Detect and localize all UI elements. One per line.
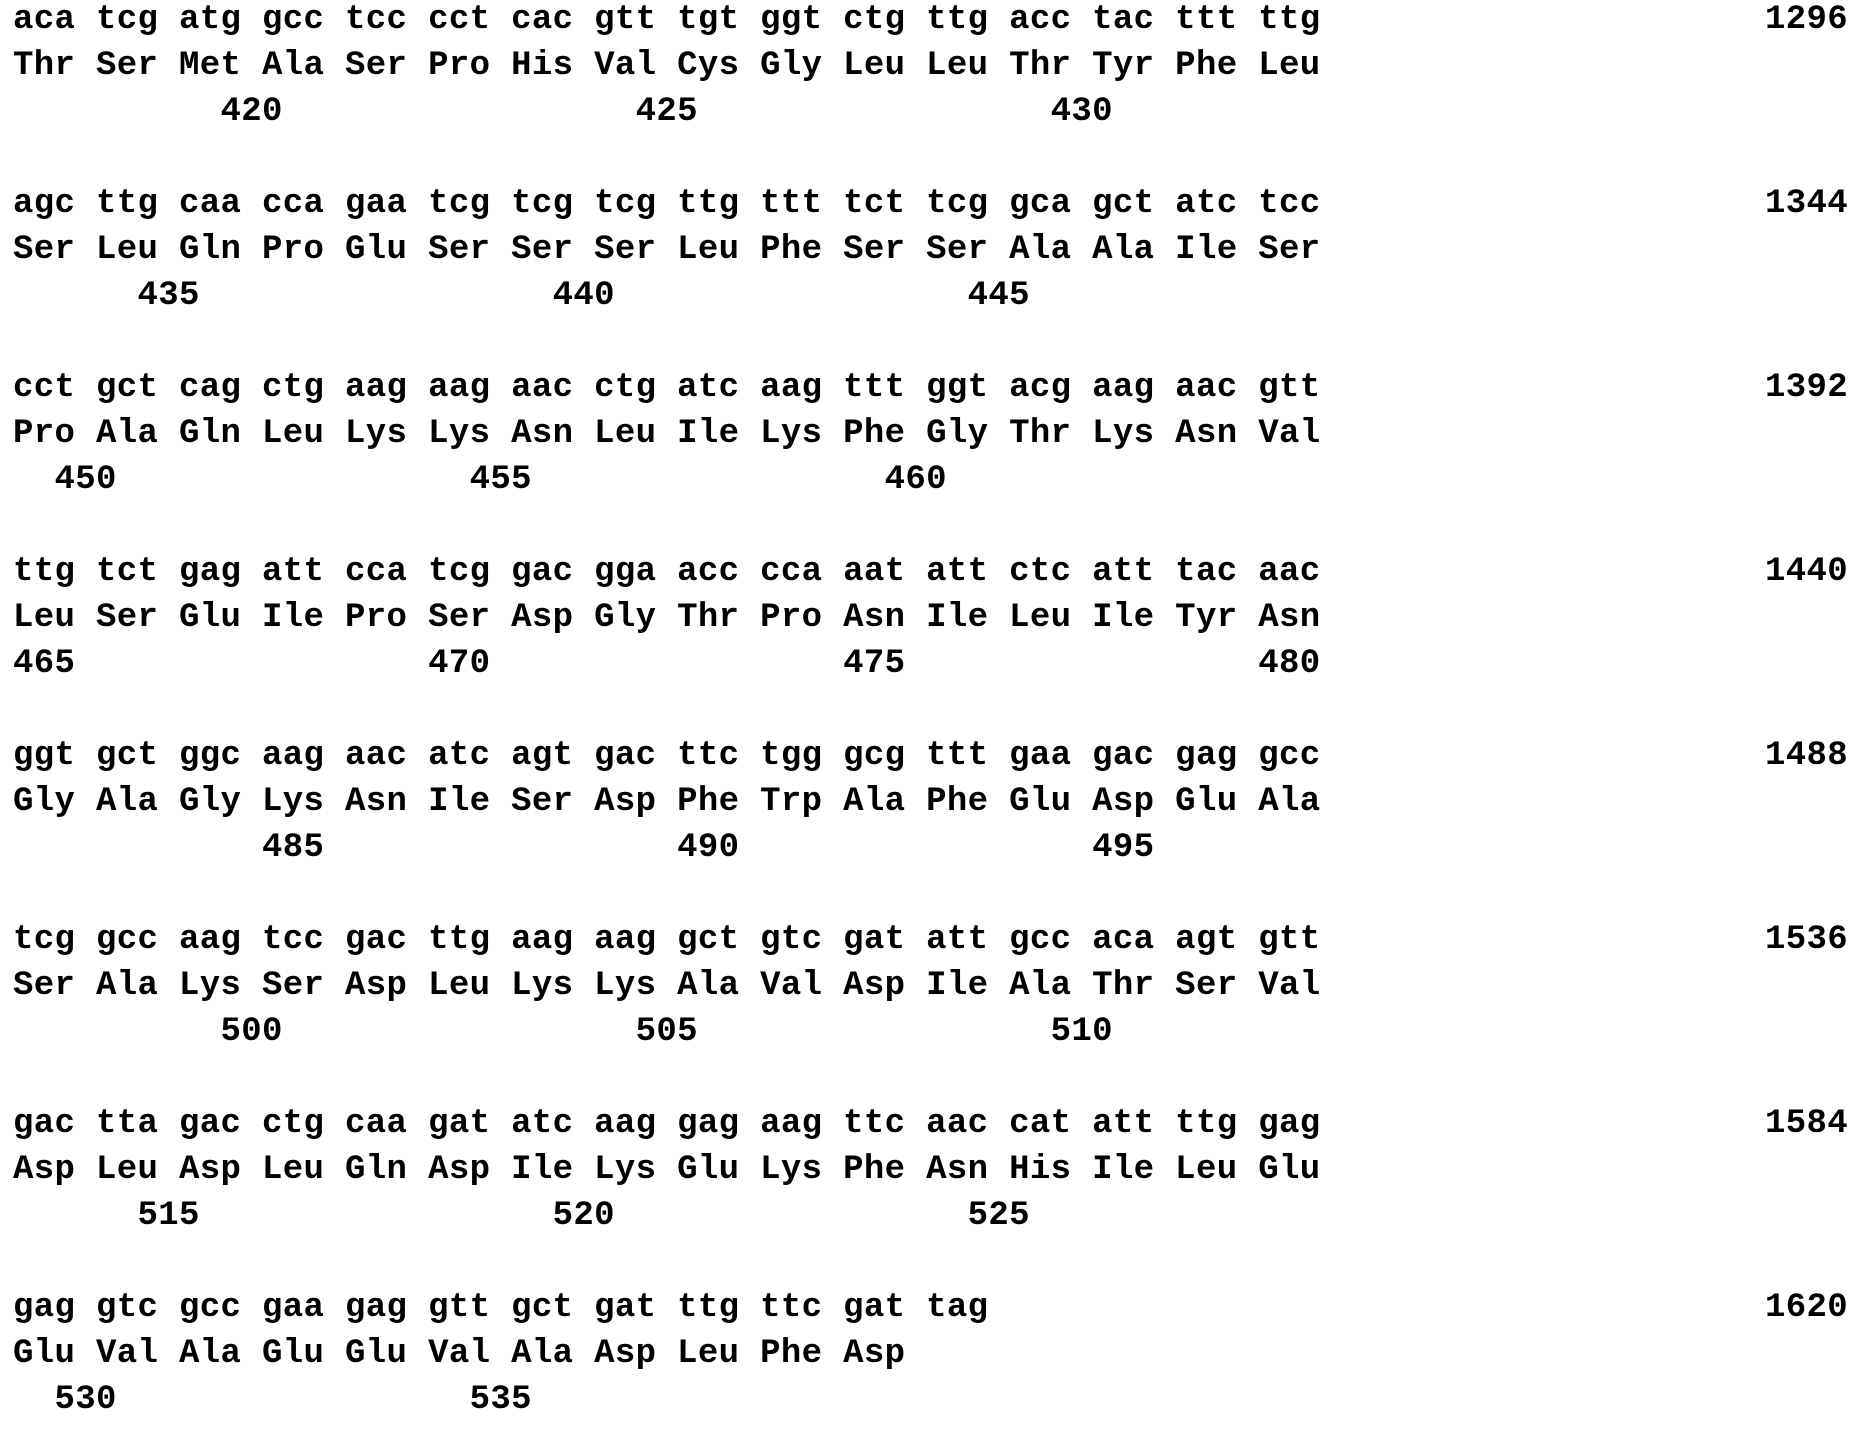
sequence-block: ttg tct gag att cca tcg gac gga acc cca … bbox=[0, 552, 1854, 702]
nucleotide-position-number: 1620 bbox=[1765, 1288, 1848, 1328]
sequence-block: gag gtc gcc gaa gag gtt gct gat ttg ttc … bbox=[0, 1288, 1854, 1438]
amino-acid-sequence-line: Leu Ser Glu Ile Pro Ser Asp Gly Thr Pro … bbox=[13, 598, 1320, 638]
nucleotide-sequence-line: tcg gcc aag tcc gac ttg aag aag gct gtc … bbox=[13, 920, 1320, 960]
sequence-block: gac tta gac ctg caa gat atc aag gag aag … bbox=[0, 1104, 1854, 1254]
amino-acid-sequence-line: Thr Ser Met Ala Ser Pro His Val Cys Gly … bbox=[13, 46, 1320, 86]
residue-position-numbers: 435 440 445 bbox=[13, 276, 1030, 316]
sequence-block: tcg gcc aag tcc gac ttg aag aag gct gtc … bbox=[0, 920, 1854, 1070]
residue-position-numbers: 450 455 460 bbox=[13, 460, 947, 500]
nucleotide-sequence-line: ttg tct gag att cca tcg gac gga acc cca … bbox=[13, 552, 1320, 592]
amino-acid-sequence-line: Ser Ala Lys Ser Asp Leu Lys Lys Ala Val … bbox=[13, 966, 1320, 1006]
residue-position-numbers: 530 535 bbox=[13, 1380, 532, 1420]
sequence-block: agc ttg caa cca gaa tcg tcg tcg ttg ttt … bbox=[0, 184, 1854, 334]
nucleotide-position-number: 1296 bbox=[1765, 0, 1848, 40]
amino-acid-sequence-line: Glu Val Ala Glu Glu Val Ala Asp Leu Phe … bbox=[13, 1334, 905, 1374]
sequence-block: aca tcg atg gcc tcc cct cac gtt tgt ggt … bbox=[0, 0, 1854, 150]
nucleotide-sequence-line: gac tta gac ctg caa gat atc aag gag aag … bbox=[13, 1104, 1320, 1144]
nucleotide-position-number: 1488 bbox=[1765, 736, 1848, 776]
nucleotide-position-number: 1536 bbox=[1765, 920, 1848, 960]
residue-position-numbers: 465 470 475 480 bbox=[13, 644, 1320, 684]
nucleotide-sequence-line: ggt gct ggc aag aac atc agt gac ttc tgg … bbox=[13, 736, 1320, 776]
nucleotide-position-number: 1392 bbox=[1765, 368, 1848, 408]
nucleotide-position-number: 1344 bbox=[1765, 184, 1848, 224]
nucleotide-sequence-line: gag gtc gcc gaa gag gtt gct gat ttg ttc … bbox=[13, 1288, 988, 1328]
nucleotide-position-number: 1584 bbox=[1765, 1104, 1848, 1144]
residue-position-numbers: 515 520 525 bbox=[13, 1196, 1030, 1236]
residue-position-numbers: 500 505 510 bbox=[13, 1012, 1113, 1052]
sequence-block: ggt gct ggc aag aac atc agt gac ttc tgg … bbox=[0, 736, 1854, 886]
amino-acid-sequence-line: Asp Leu Asp Leu Gln Asp Ile Lys Glu Lys … bbox=[13, 1150, 1320, 1190]
amino-acid-sequence-line: Pro Ala Gln Leu Lys Lys Asn Leu Ile Lys … bbox=[13, 414, 1320, 454]
sequence-block: cct gct cag ctg aag aag aac ctg atc aag … bbox=[0, 368, 1854, 518]
residue-position-numbers: 420 425 430 bbox=[13, 92, 1113, 132]
nucleotide-sequence-line: cct gct cag ctg aag aag aac ctg atc aag … bbox=[13, 368, 1320, 408]
sequence-listing: aca tcg atg gcc tcc cct cac gtt tgt ggt … bbox=[0, 0, 1854, 1417]
nucleotide-sequence-line: agc ttg caa cca gaa tcg tcg tcg ttg ttt … bbox=[13, 184, 1320, 224]
nucleotide-sequence-line: aca tcg atg gcc tcc cct cac gtt tgt ggt … bbox=[13, 0, 1320, 40]
nucleotide-position-number: 1440 bbox=[1765, 552, 1848, 592]
residue-position-numbers: 485 490 495 bbox=[13, 828, 1154, 868]
amino-acid-sequence-line: Gly Ala Gly Lys Asn Ile Ser Asp Phe Trp … bbox=[13, 782, 1320, 822]
amino-acid-sequence-line: Ser Leu Gln Pro Glu Ser Ser Ser Leu Phe … bbox=[13, 230, 1320, 270]
